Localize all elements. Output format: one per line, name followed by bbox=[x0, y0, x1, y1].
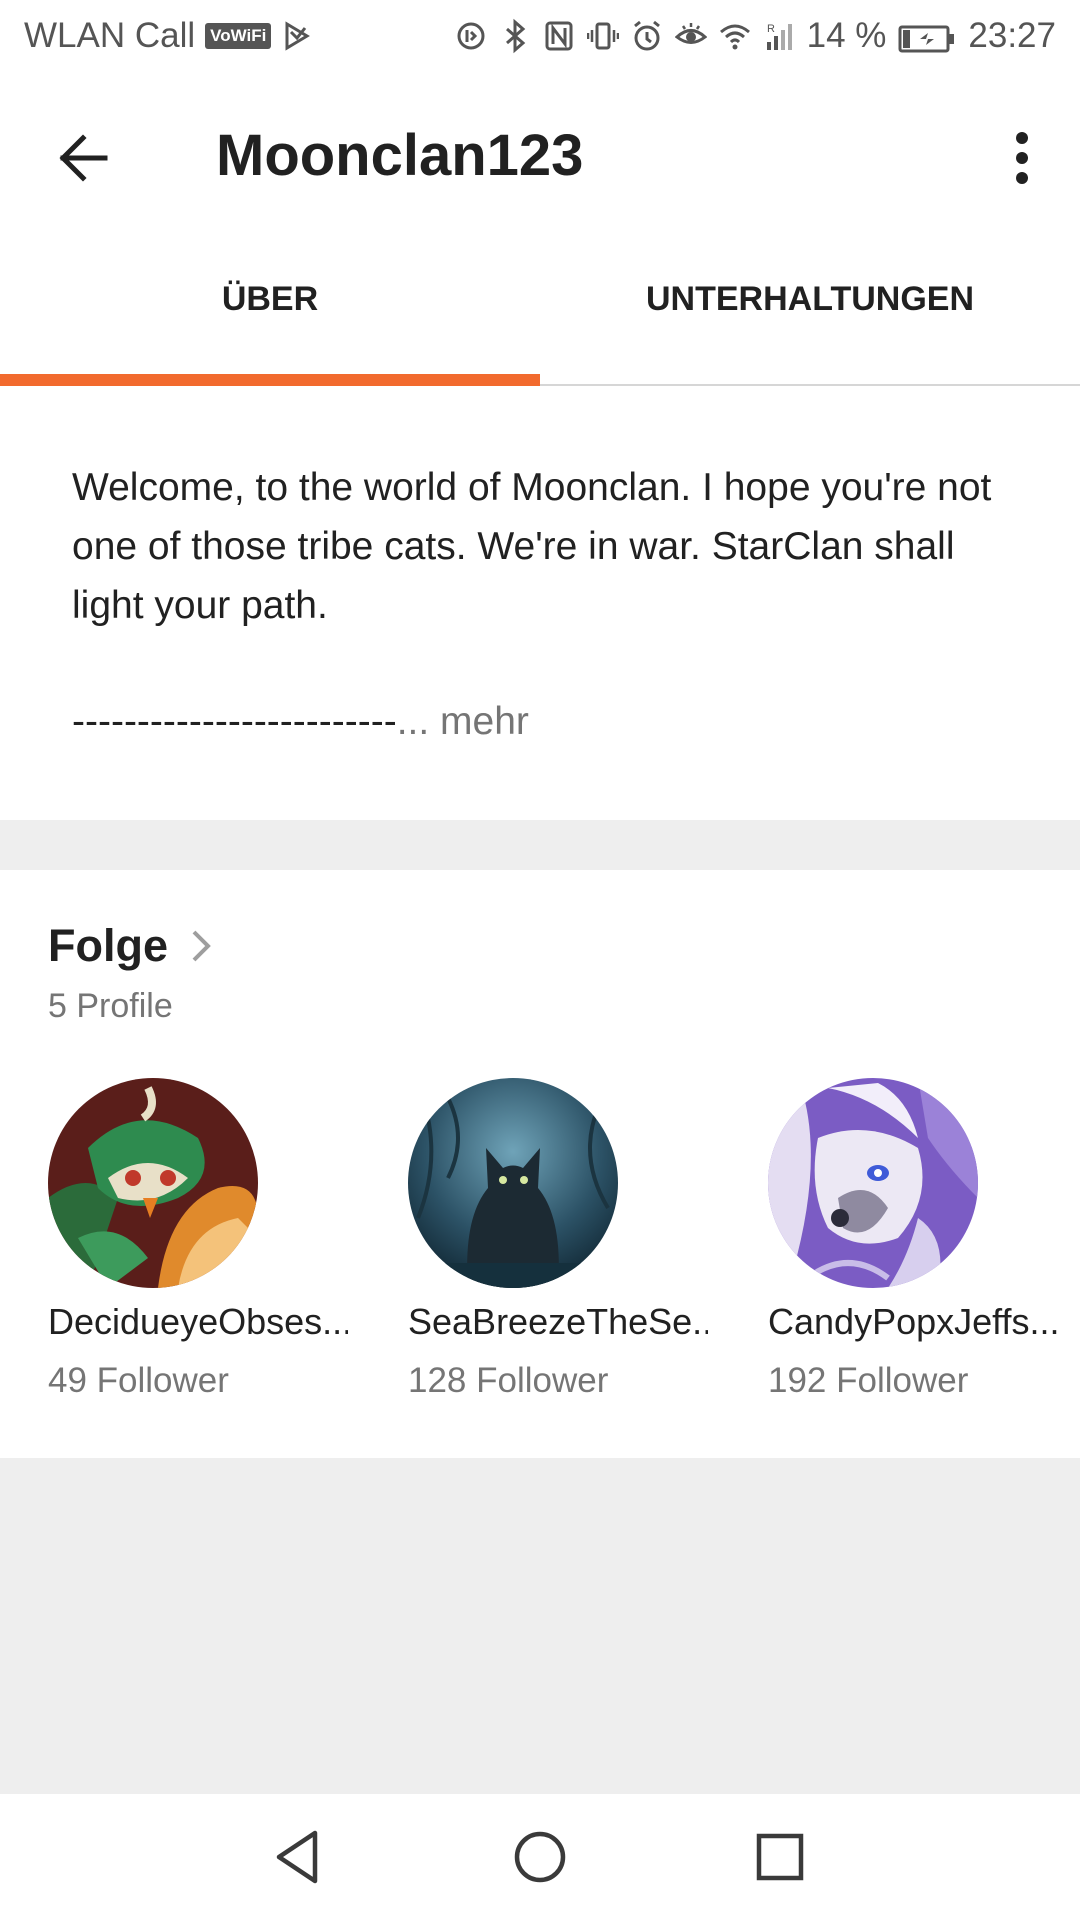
carrier-text: WLAN Call bbox=[24, 16, 196, 55]
profile-card[interactable]: CandyPopxJeffs... 192 Follower bbox=[768, 1078, 1080, 1418]
status-right: R 14 % 23:27 bbox=[455, 16, 1056, 56]
nav-home-button[interactable] bbox=[505, 1822, 575, 1892]
following-section: Folge 5 Profile DecidueyeObses... 49 Fol… bbox=[0, 870, 1080, 1458]
status-bar: WLAN Call VoWiFi R 14 % 23:27 bbox=[0, 0, 1080, 76]
profile-name: DecidueyeObses... bbox=[48, 1301, 348, 1342]
roaming-letter: R bbox=[767, 23, 775, 35]
signal-icon: R bbox=[763, 18, 795, 54]
avatar[interactable] bbox=[768, 1078, 978, 1288]
alarm-icon bbox=[631, 18, 663, 54]
bluetooth-icon bbox=[499, 18, 531, 54]
square-recents-icon bbox=[756, 1833, 804, 1881]
decidueye-owl-avatar bbox=[48, 1078, 258, 1288]
more-vertical-icon bbox=[1016, 132, 1028, 184]
section-divider bbox=[0, 820, 1080, 870]
profile-name: CandyPopxJeffs... bbox=[768, 1301, 1060, 1342]
tab-conversations[interactable]: UNTERHALTUNGEN bbox=[540, 236, 1080, 384]
bio-dashes: ------------------------- bbox=[72, 700, 397, 743]
play-store-icon bbox=[281, 18, 313, 54]
vibrate-icon bbox=[586, 18, 619, 54]
empty-area bbox=[0, 1458, 1080, 1794]
tab-about[interactable]: ÜBER bbox=[0, 236, 540, 384]
arrow-left-icon bbox=[59, 134, 108, 182]
nav-back-button[interactable] bbox=[264, 1822, 334, 1892]
battery-percent: 14 % bbox=[806, 16, 887, 55]
profile-screen: WLAN Call VoWiFi R 14 % 23:27 Moonclan12… bbox=[0, 0, 1080, 1920]
vowifi-badge: VoWiFi bbox=[205, 23, 272, 49]
avatar[interactable] bbox=[48, 1078, 258, 1288]
dark-cat-avatar bbox=[408, 1078, 618, 1288]
data-saver-icon bbox=[455, 18, 487, 54]
profile-followers: 192 Follower bbox=[768, 1361, 969, 1400]
triangle-back-icon bbox=[276, 1830, 318, 1884]
app-bar: Moonclan123 bbox=[0, 76, 1080, 236]
more-link[interactable]: ... mehr bbox=[397, 700, 529, 743]
system-nav-bar bbox=[0, 1794, 1080, 1920]
tab-indicator bbox=[0, 374, 540, 386]
nfc-icon bbox=[543, 18, 575, 54]
clock-time: 23:27 bbox=[968, 16, 1056, 55]
page-title: Moonclan123 bbox=[216, 123, 584, 188]
circle-home-icon bbox=[514, 1831, 566, 1883]
battery-charging-icon bbox=[898, 22, 956, 53]
profile-followers: 49 Follower bbox=[48, 1361, 229, 1400]
wifi-icon bbox=[719, 18, 751, 54]
following-header[interactable]: Folge bbox=[48, 918, 214, 974]
tab-bar: ÜBER UNTERHALTUNGEN bbox=[0, 236, 1080, 386]
profile-name: SeaBreezeTheSe... bbox=[408, 1301, 708, 1342]
avatar[interactable] bbox=[408, 1078, 618, 1288]
profile-card[interactable]: DecidueyeObses... 49 Follower bbox=[48, 1078, 368, 1418]
more-options-button[interactable] bbox=[990, 118, 1054, 198]
nav-recents-button[interactable] bbox=[745, 1822, 815, 1892]
profile-followers: 128 Follower bbox=[408, 1361, 609, 1400]
eye-comfort-icon bbox=[674, 18, 707, 54]
profile-card[interactable]: SeaBreezeTheSe... 128 Follower bbox=[408, 1078, 728, 1418]
back-button[interactable] bbox=[44, 118, 124, 198]
following-count: 5 Profile bbox=[48, 987, 173, 1025]
about-section: Welcome, to the world of Moonclan. I hop… bbox=[0, 386, 1080, 820]
bio-continuation[interactable]: -------------------------... mehr bbox=[72, 692, 529, 751]
chevron-right-icon bbox=[192, 930, 211, 962]
purple-wolf-avatar bbox=[768, 1078, 978, 1288]
bio-text: Welcome, to the world of Moonclan. I hop… bbox=[72, 466, 992, 627]
status-left: WLAN Call VoWiFi bbox=[24, 16, 313, 56]
following-title: Folge bbox=[48, 920, 168, 971]
